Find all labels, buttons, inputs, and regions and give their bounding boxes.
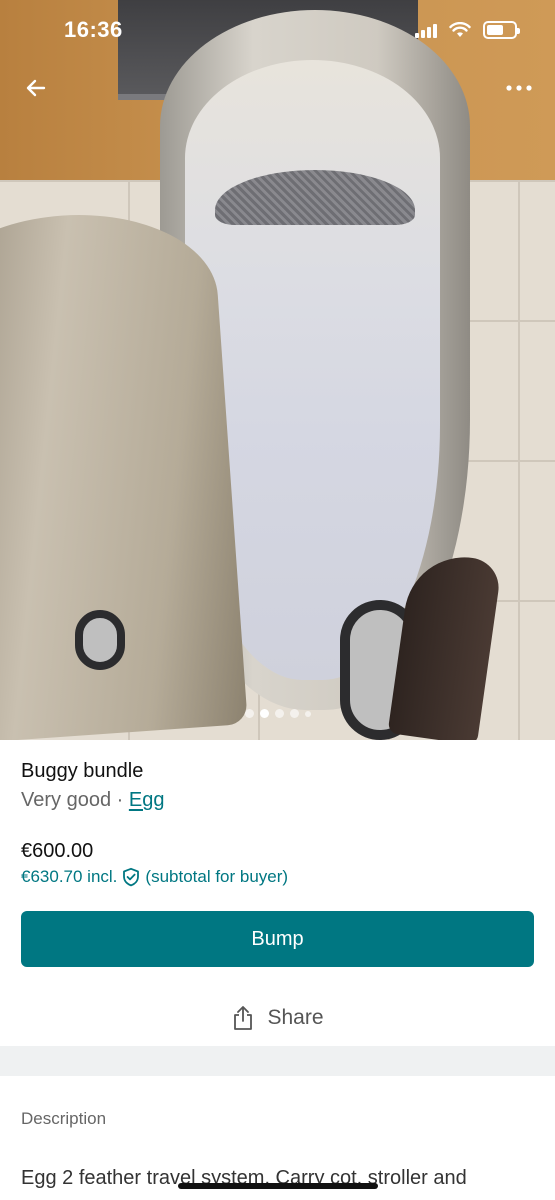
listing-brand-link[interactable]: Egg xyxy=(129,789,165,811)
arrow-left-icon xyxy=(26,79,46,97)
listing-photo[interactable] xyxy=(0,0,555,740)
listing-separator: · xyxy=(116,789,124,811)
pagination-dot[interactable] xyxy=(274,709,284,718)
description-label: Description xyxy=(21,1109,107,1128)
wifi-icon xyxy=(449,22,471,37)
listing-price: €600.00 xyxy=(21,840,94,862)
more-horizontal-icon xyxy=(506,85,532,91)
battery-icon xyxy=(483,21,520,39)
section-divider xyxy=(0,1046,555,1076)
share-label: Share xyxy=(267,1006,324,1029)
pagination-dot[interactable] xyxy=(304,710,311,717)
listing-subtitle: Very good · Egg xyxy=(21,789,534,812)
status-time: 16:36 xyxy=(64,17,123,42)
price-incl-value: €630.70 incl. xyxy=(21,867,118,886)
pagination-dot-active[interactable] xyxy=(259,709,269,718)
pagination-dot[interactable] xyxy=(289,709,299,718)
share-icon xyxy=(234,1006,253,1030)
cellular-signal-icon xyxy=(415,22,437,38)
more-options-button[interactable] xyxy=(501,70,537,106)
pagination-dot[interactable] xyxy=(244,709,254,718)
status-bar: 16:36 xyxy=(0,0,555,60)
price-incl-note: (subtotal for buyer) xyxy=(145,867,289,886)
listing-title: Buggy bundle xyxy=(21,760,144,782)
back-button[interactable] xyxy=(18,70,54,106)
photo-pram-wheel xyxy=(75,610,125,670)
bump-button[interactable]: Bump xyxy=(21,911,534,967)
status-icons xyxy=(415,21,520,39)
listing-details: Buggy bundle Very good · Egg xyxy=(21,760,534,812)
share-button[interactable]: Share xyxy=(0,997,555,1039)
listing-condition: Very good xyxy=(21,789,112,811)
photo-pagination[interactable] xyxy=(0,709,555,718)
home-indicator[interactable] xyxy=(178,1183,378,1189)
buyer-protection-price[interactable]: €630.70 incl. (subtotal for buyer) xyxy=(21,867,288,887)
photo-pram-hood xyxy=(0,205,248,740)
shield-check-icon xyxy=(123,867,140,887)
